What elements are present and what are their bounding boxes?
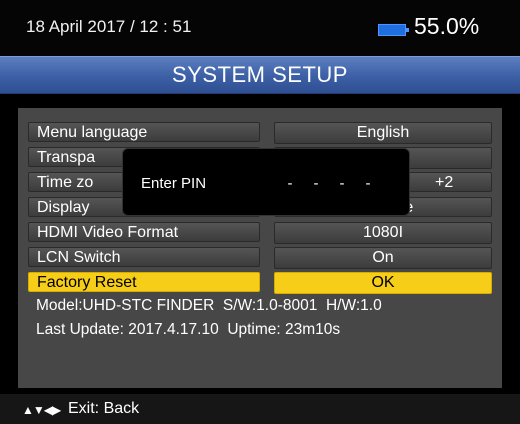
menu-row-hdmi-video-format[interactable]: HDMI Video Format 1080I (28, 222, 492, 244)
menu-value: 1080I (274, 222, 492, 244)
menu-label: LCN Switch (28, 247, 260, 267)
pin-digit-4[interactable]: - (357, 175, 379, 195)
menu-label: Menu language (28, 122, 260, 142)
arrow-keys-icon: ▲▼◀▶ (22, 403, 61, 417)
model-info: Model:UHD-STC FINDER S/W:1.0-8001 H/W:1.… (36, 297, 382, 314)
pin-label: Enter PIN (141, 175, 207, 192)
menu-label: Factory Reset (28, 272, 260, 292)
exit-hint: Exit: Back (68, 400, 140, 417)
pin-digit-1[interactable]: - (279, 175, 301, 195)
pin-dialog: Enter PIN - - - - (122, 148, 410, 216)
datetime: 18 April 2017 / 12 : 51 (26, 17, 192, 36)
pin-digit-2[interactable]: - (305, 175, 327, 195)
battery-icon (378, 24, 409, 36)
menu-value: English (274, 122, 492, 144)
menu-value: OK (274, 272, 492, 294)
menu-row-lcn-switch[interactable]: LCN Switch On (28, 247, 492, 269)
menu-value: On (274, 247, 492, 269)
footer-bar: ▲▼◀▶ Exit: Back (0, 394, 520, 424)
page-title: SYSTEM SETUP (0, 56, 520, 94)
battery-percent: 55.0% (414, 13, 480, 39)
pin-digit-3[interactable]: - (331, 175, 353, 195)
status-bar: 18 April 2017 / 12 : 51 55.0% (0, 0, 520, 56)
update-info: Last Update: 2017.4.17.10 Uptime: 23m10s (36, 321, 341, 338)
menu-row-language[interactable]: Menu language English (28, 122, 492, 144)
menu-row-factory-reset[interactable]: Factory Reset OK (28, 272, 492, 294)
menu-label: HDMI Video Format (28, 222, 260, 242)
